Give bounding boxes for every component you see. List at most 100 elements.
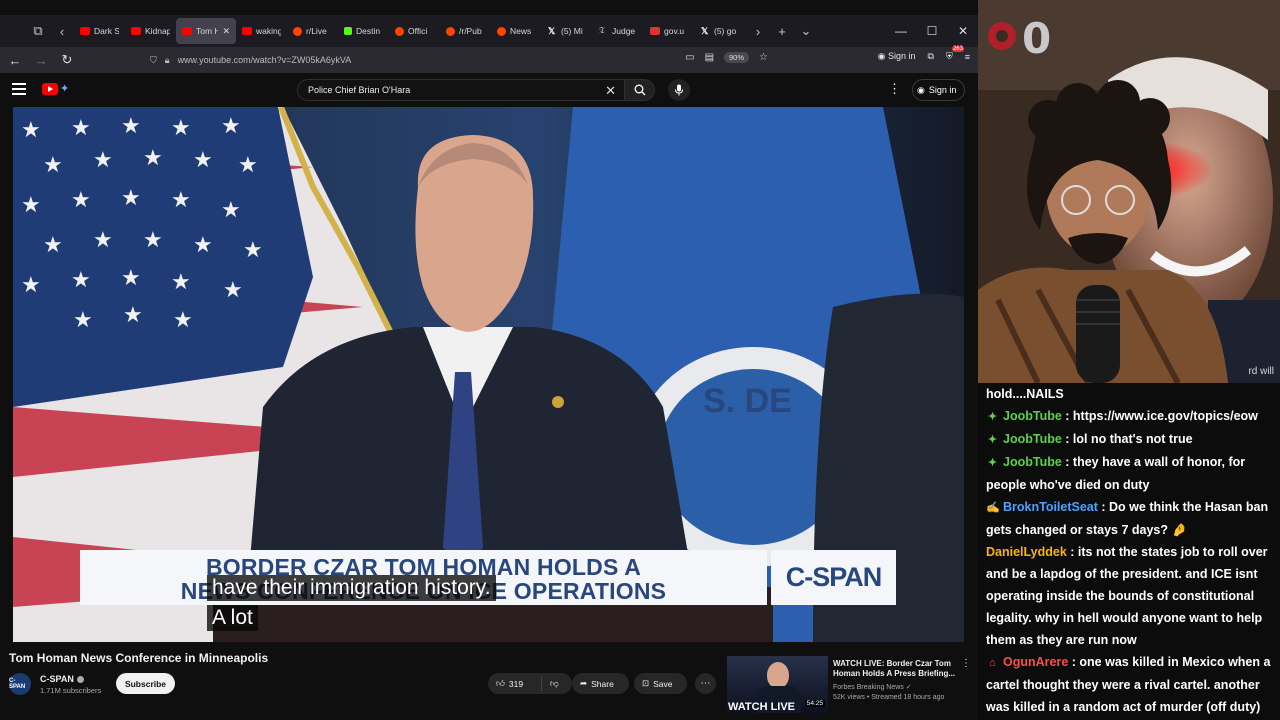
svg-text:★: ★ (221, 198, 241, 223)
recommended-menu-icon[interactable]: ⋮ (961, 658, 971, 669)
recommended-thumbnail[interactable]: WATCH LIVE 54:25 (727, 656, 828, 713)
times-favicon-icon: 𝔗 (599, 26, 605, 36)
svg-text:★: ★ (143, 146, 163, 171)
recommended-channel-name[interactable]: Forbes Breaking News (833, 684, 904, 691)
back-button[interactable]: ← (2, 47, 28, 73)
video-player[interactable]: ★ ★ ★ ★ ★ ★ ★ ★ ★ ★ ★ ★ ★ ★ ★ ★ ★ ★ ★ ★ ★ ★ ★ ★ ★ ★ ★ ★ S. DE (13, 107, 964, 642)
browser-tab[interactable]: 𝔗 Judge (593, 18, 644, 44)
minimize-button[interactable]: — (886, 15, 916, 47)
bookmark-star-icon[interactable]: ☆ (759, 52, 768, 63)
browser-tab[interactable]: /r/Pub (440, 18, 491, 44)
new-tab-button[interactable]: + (770, 19, 794, 43)
share-button[interactable]: ➦ Share (572, 673, 629, 694)
channel-name-link[interactable]: C-SPAN (40, 674, 84, 684)
youtube-doodle-icon[interactable]: ✦ (60, 82, 69, 95)
extensions-icon[interactable]: ⧉ (928, 51, 934, 62)
recommended-title[interactable]: WATCH LIVE: Border Czar Tom Homan Holds … (833, 659, 961, 679)
forward-button[interactable]: → (28, 47, 54, 73)
browser-tab[interactable]: Dark S (74, 18, 125, 44)
scroll-tabs-right-icon[interactable]: › (746, 19, 770, 43)
url-text[interactable]: www.youtube.com/watch?v=ZW05kA6ykVA (178, 55, 352, 65)
more-actions-button[interactable]: ⋯ (695, 673, 716, 694)
chat-message: ✍ BroknToiletSeat : Do we think the Hasan… (986, 496, 1274, 541)
close-window-button[interactable]: ✕ (948, 15, 978, 47)
recommended-video[interactable]: WATCH LIVE 54:25 WATCH LIVE: Border Czar… (727, 656, 972, 720)
svg-text:★: ★ (71, 116, 91, 141)
save-button[interactable]: ⊡ Save (634, 673, 687, 694)
scroll-tabs-left-icon[interactable]: ‹ (50, 19, 74, 43)
reddit-favicon-icon (293, 26, 302, 36)
svg-text:★: ★ (171, 188, 191, 213)
search-input[interactable]: Police Chief Brian O'Hara ✕ (297, 79, 625, 101)
recommended-meta: 52K views • Streamed 18 hours ago (833, 694, 945, 701)
svg-text:★: ★ (21, 193, 41, 218)
picture-in-picture-icon[interactable]: ▭ (685, 52, 694, 63)
chat-username[interactable]: JoobTube (1003, 432, 1062, 446)
youtube-sign-in-button[interactable]: ◉ Sign in (912, 79, 966, 101)
chat-username[interactable]: BroknToiletSeat (1003, 500, 1098, 514)
reader-view-icon[interactable]: ▤ (705, 52, 714, 63)
browser-tab[interactable]: 𝕏 (5) go (695, 18, 746, 44)
chat-username[interactable]: OgunArere (1003, 655, 1068, 669)
yt-favicon-icon (242, 27, 252, 35)
browser-tab[interactable]: News (491, 18, 542, 44)
browser-tab[interactable]: r/Live (287, 18, 338, 44)
tab-label: (5) go (714, 26, 737, 36)
share-label: Share (591, 678, 614, 689)
recommended-channel[interactable]: Forbes Breaking News ✓ (833, 683, 912, 691)
svg-text:★: ★ (121, 186, 141, 211)
browser-tab[interactable]: Offici (389, 18, 440, 44)
browser-window: ⧉ ‹ Dark S Kidnap Tom H ✕ waking r/Live Destin… (0, 0, 978, 720)
channel-avatar[interactable]: C-SPAN (9, 673, 31, 695)
clear-search-icon[interactable]: ✕ (605, 83, 616, 99)
reddit-favicon-icon (395, 26, 404, 36)
webcam-feed: 0 rd will (978, 0, 1280, 383)
svg-text:★: ★ (223, 278, 243, 303)
thumbs-up-icon: 👍︎ (496, 678, 505, 688)
tab-label: (5) Mi (561, 26, 583, 36)
subscribe-button[interactable]: Subscribe (116, 673, 175, 694)
reload-button[interactable]: ↻ (54, 47, 80, 73)
chat-badge-icon: ✍ (986, 502, 1000, 514)
tab-overview-icon[interactable]: ⧉ (26, 19, 50, 43)
svg-text:★: ★ (171, 270, 191, 295)
chat-username[interactable]: JoobTube (1003, 455, 1062, 469)
channel-name-text[interactable]: C-SPAN (40, 674, 74, 684)
browser-tab[interactable]: waking (236, 18, 287, 44)
browser-tab[interactable]: Kidnap (125, 18, 176, 44)
svg-text:★: ★ (173, 308, 193, 333)
browser-tab[interactable]: gov.u (644, 18, 695, 44)
tab-list-dropdown-icon[interactable]: ⌄ (794, 19, 818, 43)
shield-icon[interactable]: ⛉ (150, 55, 157, 66)
browser-tab[interactable]: Tom H ✕ (176, 18, 236, 44)
like-button[interactable]: 👍︎ 319 (488, 676, 542, 691)
account-button[interactable]: ◉ Sign in (878, 51, 916, 62)
tab-bar: ⧉ ‹ Dark S Kidnap Tom H ✕ waking r/Live Destin… (0, 15, 978, 47)
svg-text:★: ★ (193, 233, 213, 258)
app-menu-icon[interactable]: ≡ (965, 52, 970, 62)
browser-tab[interactable]: 𝕏 (5) Mi (542, 18, 593, 44)
zoom-level[interactable]: 90% (724, 52, 750, 63)
search-button[interactable] (625, 79, 655, 101)
chat-message: DanielLyddek : its not the states job to… (986, 545, 1268, 647)
chat-username[interactable]: JoobTube (1003, 409, 1062, 423)
screen: ⧉ ‹ Dark S Kidnap Tom H ✕ waking r/Live Destin… (0, 0, 1280, 720)
ublock-extension-icon[interactable]: ⛨ 263 (946, 46, 964, 62)
settings-kebab-icon[interactable]: ⋮ (888, 81, 901, 97)
stream-counter: 0 (1022, 14, 1052, 63)
chat-username[interactable]: DanielLyddek (986, 545, 1067, 559)
address-bar[interactable]: ⛉ 🔒︎ www.youtube.com/watch?v=ZW05kA6ykVA (150, 50, 770, 70)
lock-icon[interactable]: 🔒︎ (165, 55, 170, 66)
maximize-button[interactable]: ☐ (917, 15, 947, 47)
browser-tab[interactable]: Destin (338, 18, 389, 44)
close-tab-icon[interactable]: ✕ (222, 26, 230, 37)
voice-search-button[interactable] (668, 79, 690, 101)
thumbnail-person-head (767, 662, 789, 688)
search-query[interactable]: Police Chief Brian O'Hara (308, 85, 410, 95)
tab-label: waking (256, 26, 281, 36)
svg-text:★: ★ (193, 148, 213, 173)
reddit-favicon-icon (497, 26, 506, 36)
youtube-logo-icon[interactable] (42, 83, 58, 95)
dislike-button[interactable]: 👎︎ (542, 678, 559, 689)
guide-menu-icon[interactable] (12, 83, 26, 95)
